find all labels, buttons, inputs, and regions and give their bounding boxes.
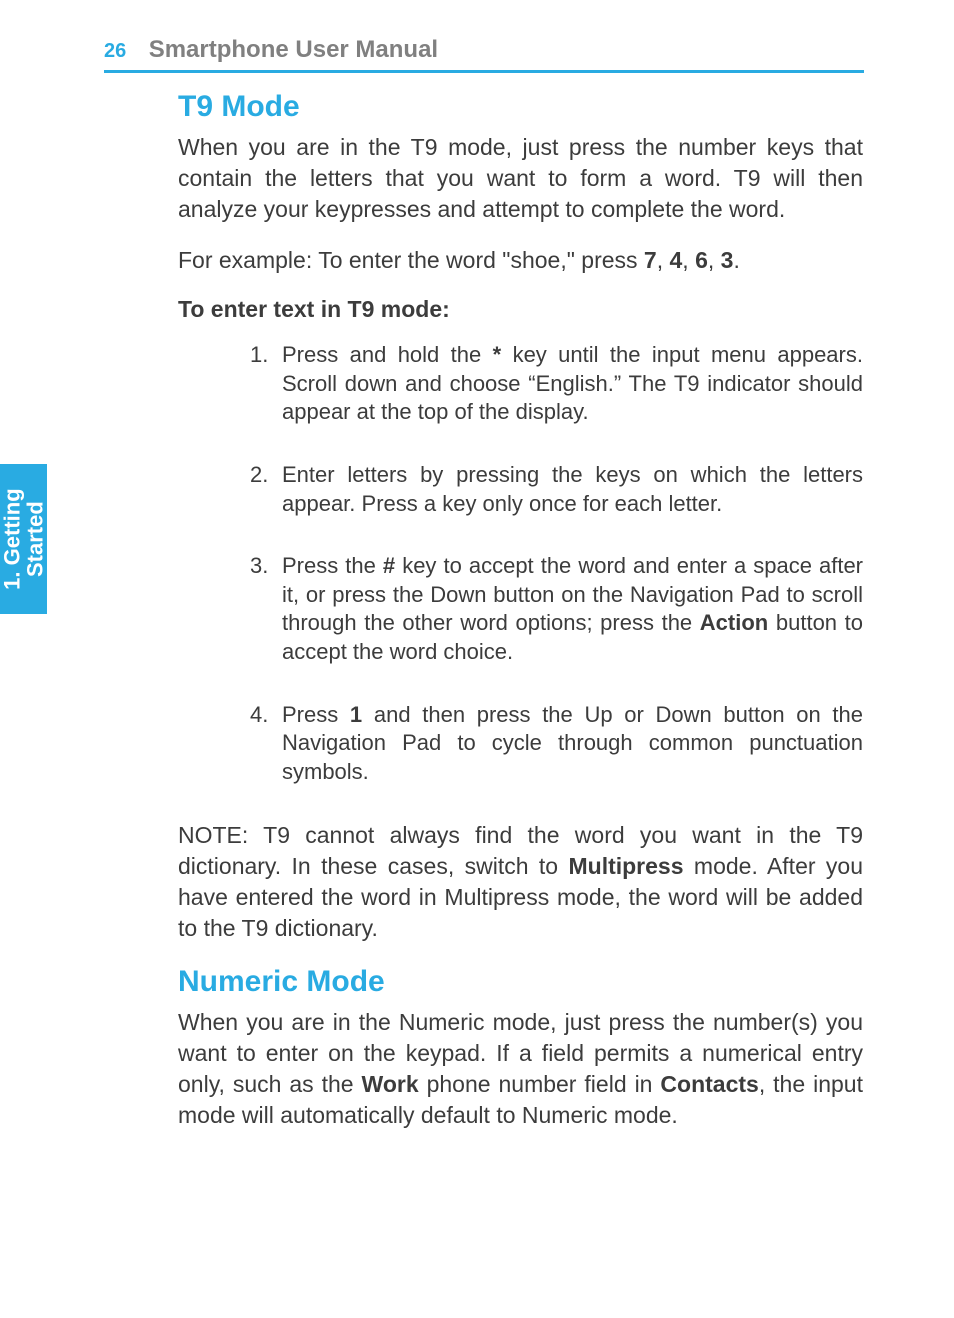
numeric-bold2: Contacts <box>660 1071 758 1097</box>
step-bold: * <box>493 342 502 367</box>
t9-intro-para: When you are in the T9 mode, just press … <box>178 132 863 225</box>
step-2: 2. Enter letters by pressing the keys on… <box>250 461 863 518</box>
page-header: 26 Smartphone User Manual <box>104 36 864 73</box>
t9-note: NOTE: T9 cannot always find the word you… <box>178 820 863 944</box>
side-tab-getting-started: 1. Getting Started <box>0 464 47 614</box>
step-bold: Action <box>700 610 768 635</box>
numeric-bold1: Work <box>362 1071 419 1097</box>
numeric-para: When you are in the Numeric mode, just p… <box>178 1007 863 1131</box>
key-3: 3 <box>721 247 734 273</box>
step-text: Enter letters by pressing the keys on wh… <box>282 462 863 516</box>
step-num: 1. <box>250 341 268 370</box>
step-num: 2. <box>250 461 268 490</box>
side-tab-line1: 1. Getting <box>0 488 24 589</box>
t9-steps-list: 1. Press and hold the * key until the in… <box>250 341 863 786</box>
key-6: 6 <box>695 247 708 273</box>
key-7: 7 <box>644 247 657 273</box>
step-text: and then press the Up or Down button on … <box>282 702 863 784</box>
page-number: 26 <box>104 40 126 62</box>
header-title: Smartphone User Manual <box>149 36 438 63</box>
example-prefix: For example: To enter the word "shoe," p… <box>178 247 644 273</box>
step-bold: 1 <box>350 702 362 727</box>
step-text: Press <box>282 702 350 727</box>
note-bold: Multipress <box>568 853 683 879</box>
step-4: 4. Press 1 and then press the Up or Down… <box>250 701 863 787</box>
numeric-mid: phone number field in <box>419 1071 661 1097</box>
key-4: 4 <box>670 247 683 273</box>
step-num: 4. <box>250 701 268 730</box>
t9-example-para: For example: To enter the word "shoe," p… <box>178 245 863 276</box>
heading-t9-mode: T9 Mode <box>178 90 863 124</box>
step-text: Press and hold the <box>282 342 493 367</box>
step-num: 3. <box>250 552 268 581</box>
t9-subhead: To enter text in T9 mode: <box>178 296 863 323</box>
heading-numeric-mode: Numeric Mode <box>178 965 863 999</box>
step-text: Press the <box>282 553 383 578</box>
page-content: T9 Mode When you are in the T9 mode, jus… <box>178 90 863 1151</box>
step-1: 1. Press and hold the * key until the in… <box>250 341 863 427</box>
step-3: 3. Press the # key to accept the word an… <box>250 552 863 666</box>
side-tab-line2: Started <box>23 501 48 577</box>
step-bold: # <box>383 553 395 578</box>
